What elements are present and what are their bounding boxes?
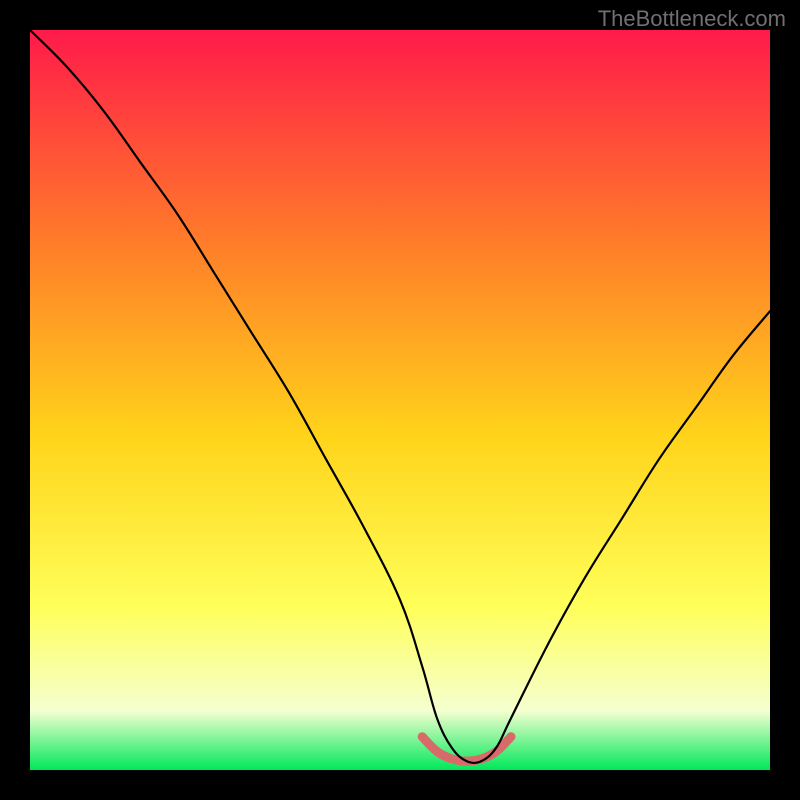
curve-layer (30, 30, 770, 770)
watermark-text: TheBottleneck.com (598, 6, 786, 32)
optimal-band (422, 737, 511, 761)
plot-area (30, 30, 770, 770)
bottleneck-curve (30, 30, 770, 763)
chart-container: TheBottleneck.com (0, 0, 800, 800)
